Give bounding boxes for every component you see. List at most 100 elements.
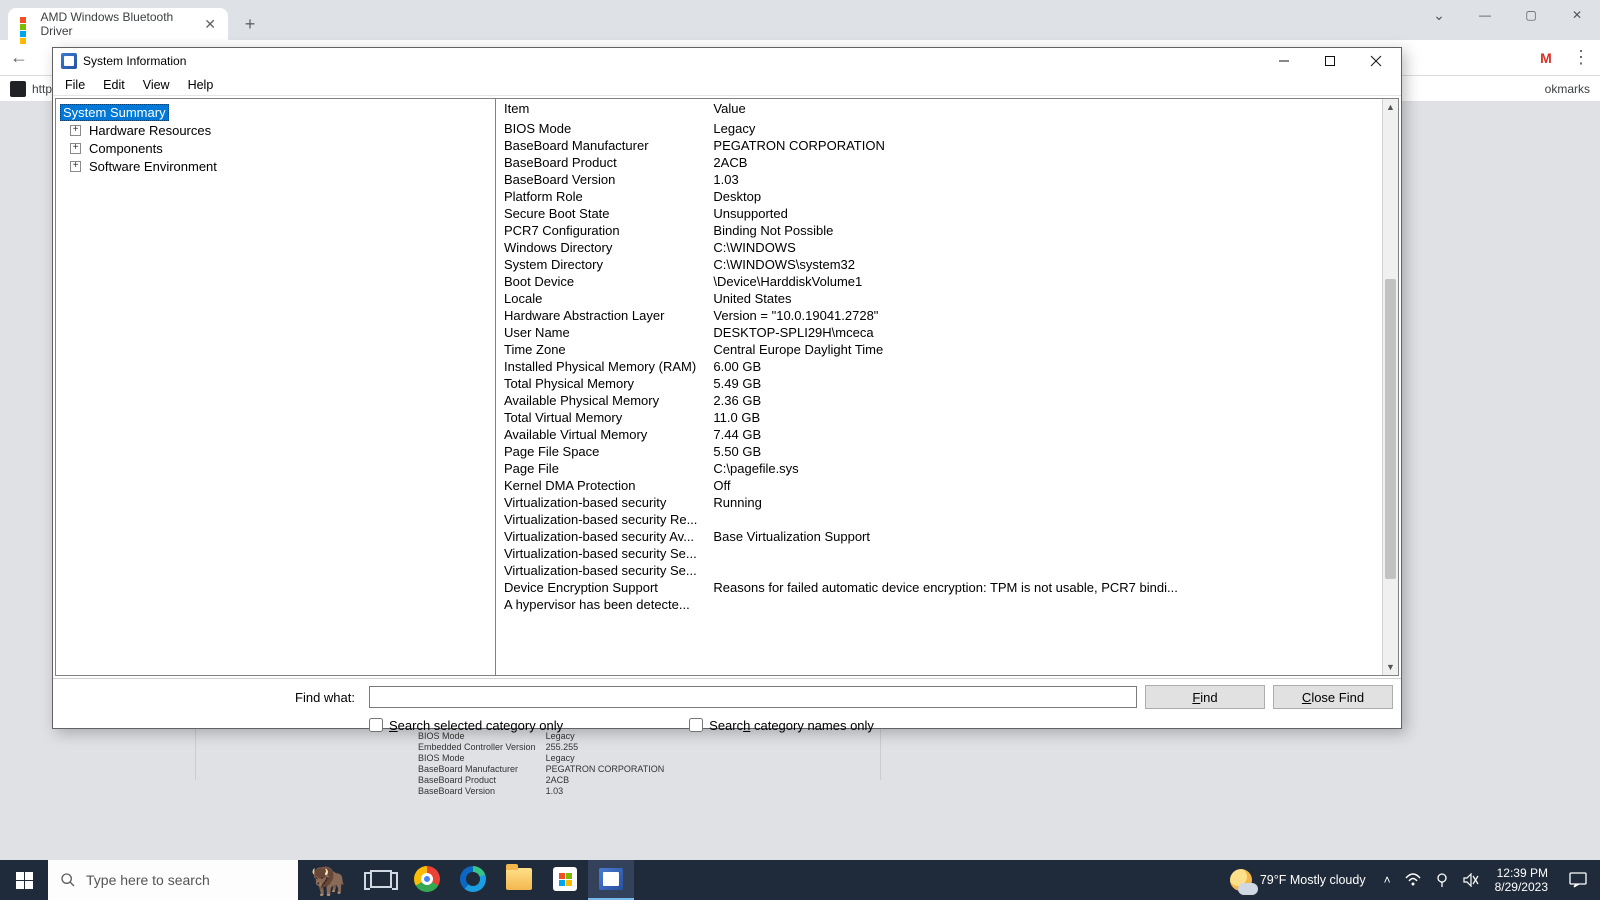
search-selected-only-checkbox[interactable]: Search selected category only [369, 718, 569, 733]
tree-node-software-environment[interactable]: + Software Environment [56, 157, 495, 175]
table-row[interactable]: Virtualization-based securityRunning [496, 494, 1382, 511]
tree-node-components[interactable]: + Components [56, 139, 495, 157]
table-row[interactable]: Available Virtual Memory7.44 GB [496, 426, 1382, 443]
scroll-down-arrow[interactable]: ▼ [1383, 659, 1398, 675]
category-tree[interactable]: System Summary + Hardware Resources + Co… [56, 99, 496, 675]
taskbar-app-system-information[interactable] [588, 860, 634, 900]
scroll-up-arrow[interactable]: ▲ [1383, 99, 1398, 115]
cell-value: 5.50 GB [705, 443, 1382, 460]
table-row[interactable]: Page FileC:\pagefile.sys [496, 460, 1382, 477]
search-highlight-icon[interactable]: 🦬 [298, 860, 358, 900]
taskbar-weather[interactable]: 79°F Mostly cloudy [1220, 869, 1376, 891]
action-center-button[interactable] [1556, 872, 1600, 888]
tray-overflow-button[interactable]: ˄ [1384, 873, 1391, 887]
cell-value [705, 511, 1382, 528]
tree-node-hardware-resources[interactable]: + Hardware Resources [56, 121, 495, 139]
taskbar-app-edge[interactable] [450, 860, 496, 900]
table-row[interactable]: BaseBoard Version1.03 [496, 171, 1382, 188]
tree-node-system-summary[interactable]: System Summary [56, 103, 495, 121]
taskbar-clock[interactable]: 12:39 PM 8/29/2023 [1487, 866, 1556, 894]
browser-tab[interactable]: AMD Windows Bluetooth Driver ✕ [8, 8, 228, 40]
table-row[interactable]: Kernel DMA ProtectionOff [496, 477, 1382, 494]
task-view-button[interactable] [358, 860, 404, 900]
close-button[interactable] [1353, 48, 1399, 74]
folder-icon [506, 868, 532, 890]
wifi-icon[interactable] [1405, 873, 1421, 887]
expand-icon[interactable]: + [70, 143, 81, 154]
menu-edit[interactable]: Edit [95, 76, 133, 94]
table-row[interactable]: Device Encryption SupportReasons for fai… [496, 579, 1382, 596]
vertical-scrollbar[interactable]: ▲ ▼ [1382, 99, 1398, 675]
close-find-button[interactable]: Close Find [1273, 685, 1393, 709]
table-row[interactable]: Virtualization-based security Se... [496, 562, 1382, 579]
edge-icon [460, 866, 486, 892]
table-row[interactable]: Hardware Abstraction LayerVersion = "10.… [496, 307, 1382, 324]
profile-avatar[interactable]: M [1534, 46, 1558, 70]
table-row[interactable]: Total Virtual Memory11.0 GB [496, 409, 1382, 426]
minimize-button[interactable] [1261, 48, 1307, 74]
table-row[interactable]: Platform RoleDesktop [496, 188, 1382, 205]
cell-item: Page File [496, 460, 705, 477]
taskbar-app-explorer[interactable] [496, 860, 542, 900]
details-scroll[interactable]: Item Value BIOS ModeLegacyBaseBoard Manu… [496, 99, 1382, 675]
cell-item: Total Physical Memory [496, 375, 705, 392]
cell-item: Installed Physical Memory (RAM) [496, 358, 705, 375]
search-placeholder: Type here to search [86, 872, 210, 888]
expand-icon[interactable]: + [70, 161, 81, 172]
cell-value: Running [705, 494, 1382, 511]
table-row[interactable]: BIOS ModeLegacy [496, 120, 1382, 137]
table-row[interactable]: Virtualization-based security Av...Base … [496, 528, 1382, 545]
table-row[interactable]: LocaleUnited States [496, 290, 1382, 307]
table-row[interactable]: Total Physical Memory5.49 GB [496, 375, 1382, 392]
cell-value: 11.0 GB [705, 409, 1382, 426]
volume-muted-icon[interactable] [1463, 873, 1479, 887]
close-button[interactable]: ✕ [1554, 0, 1600, 30]
table-row[interactable]: BaseBoard ManufacturerPEGATRON CORPORATI… [496, 137, 1382, 154]
find-button[interactable]: Find [1145, 685, 1265, 709]
column-header-item[interactable]: Item [496, 99, 705, 120]
menu-file[interactable]: File [57, 76, 93, 94]
cell-item: Boot Device [496, 273, 705, 290]
table-row[interactable]: User NameDESKTOP-SPLI29H\mceca [496, 324, 1382, 341]
column-header-value[interactable]: Value [705, 99, 1382, 120]
minimize-button[interactable]: — [1462, 0, 1508, 30]
table-row[interactable]: BaseBoard Product2ACB [496, 154, 1382, 171]
table-row[interactable]: Virtualization-based security Se... [496, 545, 1382, 562]
start-button[interactable] [0, 860, 48, 900]
table-row[interactable]: A hypervisor has been detecte... [496, 596, 1382, 613]
cell-item: Virtualization-based security [496, 494, 705, 511]
table-row[interactable]: Virtualization-based security Re... [496, 511, 1382, 528]
find-what-input[interactable] [369, 686, 1137, 708]
maximize-button[interactable] [1307, 48, 1353, 74]
new-tab-button[interactable]: + [236, 10, 264, 38]
taskbar-app-store[interactable] [542, 860, 588, 900]
table-row[interactable]: Time ZoneCentral Europe Daylight Time [496, 341, 1382, 358]
back-button[interactable]: ← [10, 47, 28, 68]
table-row[interactable]: Page File Space5.50 GB [496, 443, 1382, 460]
table-row[interactable]: Installed Physical Memory (RAM)6.00 GB [496, 358, 1382, 375]
taskbar-app-chrome[interactable] [404, 860, 450, 900]
clock-date: 8/29/2023 [1495, 880, 1548, 894]
table-row[interactable]: Windows DirectoryC:\WINDOWS [496, 239, 1382, 256]
cell-item: Virtualization-based security Se... [496, 562, 705, 579]
maximize-button[interactable]: ▢ [1508, 0, 1554, 30]
taskbar-search[interactable]: Type here to search [48, 860, 298, 900]
cell-item: PCR7 Configuration [496, 222, 705, 239]
search-category-names-only-checkbox[interactable]: Search category names only [689, 718, 880, 733]
menu-help[interactable]: Help [180, 76, 222, 94]
table-row[interactable]: Secure Boot StateUnsupported [496, 205, 1382, 222]
browser-menu-button[interactable]: ⋮ [1572, 47, 1590, 68]
bookmark-item[interactable]: http [32, 82, 52, 96]
table-row[interactable]: System DirectoryC:\WINDOWS\system32 [496, 256, 1382, 273]
close-icon[interactable]: ✕ [204, 16, 216, 33]
table-row[interactable]: Available Physical Memory2.36 GB [496, 392, 1382, 409]
cell-value: 2.36 GB [705, 392, 1382, 409]
tab-search-button[interactable]: ⌄ [1416, 0, 1462, 30]
expand-icon[interactable]: + [70, 125, 81, 136]
menu-view[interactable]: View [135, 76, 178, 94]
titlebar[interactable]: System Information [53, 48, 1401, 74]
scroll-thumb[interactable] [1385, 279, 1396, 579]
table-row[interactable]: PCR7 ConfigurationBinding Not Possible [496, 222, 1382, 239]
table-row[interactable]: Boot Device\Device\HarddiskVolume1 [496, 273, 1382, 290]
location-icon[interactable] [1435, 872, 1449, 888]
